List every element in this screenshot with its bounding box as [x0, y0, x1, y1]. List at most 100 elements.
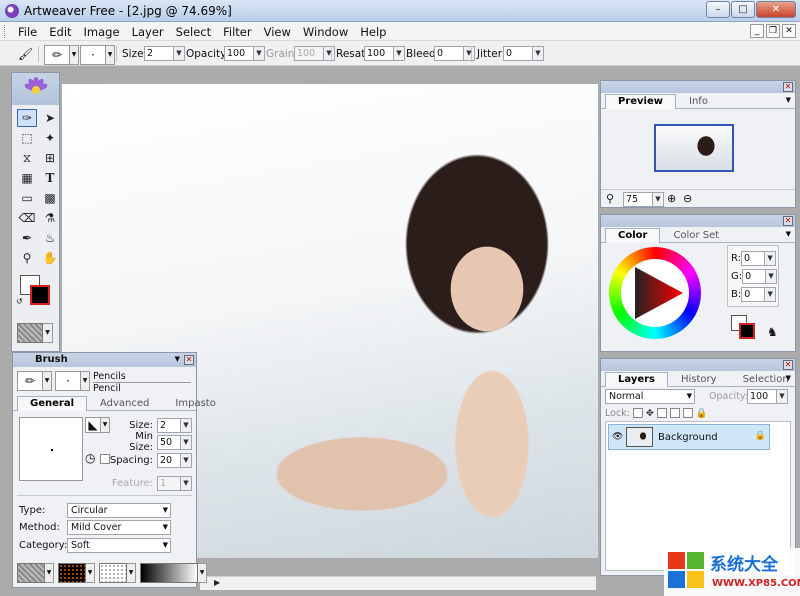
min-size-field[interactable]: 50 ▼ [157, 434, 192, 450]
blend-mode-select[interactable]: Normal ▼ [605, 389, 695, 404]
brush-profile-picker[interactable]: ◣ ▼ [85, 417, 110, 437]
doc-minimize-button[interactable]: _ [750, 24, 764, 38]
resat-field[interactable]: 100 ▼ [364, 46, 405, 61]
foreground-color-swatch[interactable] [30, 285, 50, 305]
opacity-field[interactable]: 100 ▼ [224, 46, 265, 61]
lock-all-checkbox[interactable] [682, 408, 693, 418]
nozzle-swatch[interactable] [99, 563, 127, 583]
lock-transparency-checkbox[interactable] [669, 408, 680, 418]
eyedropper-tool-button[interactable]: ✒ [17, 229, 37, 247]
tab-general[interactable]: General [17, 396, 87, 411]
doc-close-button[interactable]: ✕ [782, 24, 796, 38]
tab-impasto[interactable]: Impasto [162, 396, 228, 410]
zoom-tool-button[interactable]: ⚲ [17, 249, 37, 267]
tab-color[interactable]: Color [605, 228, 661, 243]
brush-variant-picker[interactable]: · ▼ [55, 371, 90, 391]
green-field[interactable]: 0 ▼ [742, 268, 778, 284]
lasso-tool-button[interactable]: ⧖ [17, 149, 37, 167]
blue-field[interactable]: 0 ▼ [741, 286, 777, 302]
scroll-right-arrow-icon[interactable]: ▶ [214, 578, 220, 587]
clone-tool-button[interactable]: ⚗ [40, 209, 60, 227]
tab-advanced[interactable]: Advanced [87, 396, 162, 410]
tab-history[interactable]: History [668, 372, 730, 386]
eraser-tool-button[interactable]: ⌫ [17, 209, 37, 227]
zoom-in-icon[interactable]: ⊕ [667, 192, 676, 205]
layers-panel-close-icon[interactable]: ✕ [783, 360, 793, 370]
brush-names: Pencils Pencil [93, 371, 191, 394]
type-select[interactable]: Circular ▼ [67, 502, 171, 518]
zoom-out-icon[interactable]: ⊖ [683, 192, 692, 205]
menu-filter[interactable]: Filter [223, 25, 251, 39]
menu-edit[interactable]: Edit [49, 25, 71, 39]
red-field[interactable]: 0 ▼ [741, 250, 777, 266]
panel-menu-arrow-icon[interactable]: ▼ [786, 230, 791, 238]
color-triangle[interactable] [621, 259, 689, 327]
move-tool-button[interactable]: ➤ [40, 109, 60, 127]
text-tool-button[interactable]: T [40, 169, 60, 187]
tab-layers[interactable]: Layers [605, 372, 668, 387]
preview-panel-close-icon[interactable]: ✕ [783, 82, 793, 92]
brush-variant-picker[interactable]: ✏ ▼ [44, 45, 79, 65]
preview-zoom-field[interactable]: 75 ▼ [623, 192, 664, 207]
tab-color-set[interactable]: Color Set [660, 228, 732, 242]
title-bar: Artweaver Free - [2.jpg @ 74.69%] – □ ✕ [0, 0, 800, 22]
gradient-tool-button[interactable]: ▩ [40, 189, 60, 207]
paper-texture-picker[interactable]: ▼ [17, 323, 55, 345]
brush-panel-close-icon[interactable]: ✕ [184, 355, 194, 365]
doc-restore-button[interactable]: ❐ [766, 24, 780, 38]
artweaver-app-icon[interactable] [5, 4, 19, 18]
preview-thumbnail[interactable] [654, 124, 734, 172]
close-button[interactable]: ✕ [756, 1, 796, 18]
category-select[interactable]: Soft ▼ [67, 537, 171, 553]
menu-layer[interactable]: Layer [132, 25, 164, 39]
size-field[interactable]: 2 ▼ [144, 46, 185, 61]
menu-help[interactable]: Help [360, 25, 386, 39]
tab-info[interactable]: Info [676, 94, 721, 108]
rect-select-tool-button[interactable]: ⬚ [17, 129, 37, 147]
grid-icon: ▦ [21, 171, 33, 185]
brush-shape-picker[interactable]: · ▼ [80, 45, 115, 65]
jitter-field[interactable]: 0 ▼ [503, 46, 544, 61]
color-panel-close-icon[interactable]: ✕ [783, 216, 793, 226]
layer-opacity-field[interactable]: 100 ▼ [747, 389, 788, 404]
magic-wand-tool-button[interactable]: ✦ [40, 129, 60, 147]
panel-menu-arrow-icon[interactable]: ▼ [786, 374, 791, 382]
menu-view[interactable]: View [264, 25, 291, 39]
eyedropper-icon: ✒ [21, 231, 33, 245]
foreground-color-swatch[interactable] [739, 323, 755, 339]
brush-category-picker[interactable]: ✏ ▼ [17, 371, 52, 391]
panel-menu-arrow-icon[interactable]: ▼ [786, 96, 791, 104]
swap-colors-icon[interactable]: ↺ [16, 297, 23, 306]
lock-position-checkbox[interactable] [632, 408, 643, 418]
method-select[interactable]: Mild Cover ▼ [67, 519, 171, 535]
fill-tool-button[interactable]: ♨ [40, 229, 60, 247]
layer-row-background[interactable]: 👁 Background 🔒 [608, 424, 770, 450]
rectangle-shape-tool-button[interactable]: ▭ [17, 189, 37, 207]
pattern-swatch[interactable] [58, 563, 86, 583]
brush-tool-icon[interactable]: 🖌 [18, 47, 33, 65]
tab-preview[interactable]: Preview [605, 94, 677, 109]
menu-file[interactable]: File [18, 25, 37, 39]
spacing-field[interactable]: 20 ▼ [157, 452, 192, 468]
menu-window[interactable]: Window [303, 25, 348, 39]
paper-texture-swatch[interactable] [17, 563, 45, 583]
brush-tool-button[interactable]: ✑ [17, 109, 37, 127]
maximize-button[interactable]: □ [731, 1, 755, 18]
brush-size-field[interactable]: 2 ▼ [157, 417, 192, 433]
menu-image[interactable]: Image [84, 25, 120, 39]
crop-tool-button[interactable]: ⊞ [40, 149, 60, 167]
panel-menu-arrow-icon[interactable]: ▼ [175, 355, 180, 363]
move-arrow-icon: ➤ [44, 111, 56, 125]
color-set-icon[interactable]: ♞ [767, 325, 778, 339]
visibility-eye-icon[interactable]: 👁 [612, 432, 623, 442]
pencil-icon: ✏ [17, 371, 43, 391]
hand-tool-button[interactable]: ✋ [40, 249, 60, 267]
color-wheel[interactable] [609, 247, 701, 339]
windows-flag-logo [668, 552, 704, 588]
perspective-tool-button[interactable]: ▦ [17, 169, 37, 187]
gradient-swatch[interactable] [140, 563, 198, 583]
minimize-button[interactable]: – [706, 1, 730, 18]
bleed-field[interactable]: 0 ▼ [434, 46, 475, 61]
lock-pixels-checkbox[interactable] [656, 408, 667, 418]
menu-select[interactable]: Select [176, 25, 211, 39]
